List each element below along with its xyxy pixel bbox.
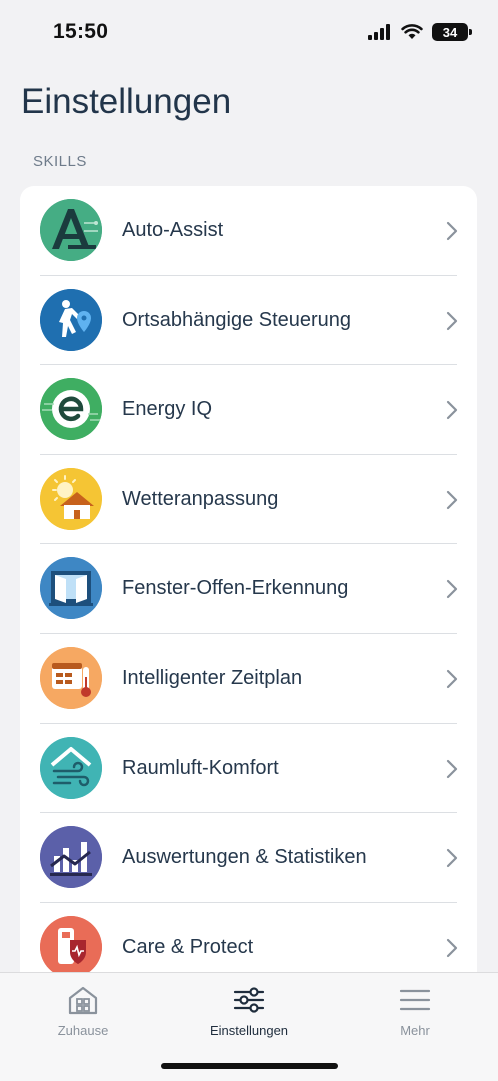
skill-item-smart-schedule[interactable]: Intelligenter Zeitplan [20,634,477,724]
open-window-icon [40,557,102,620]
chevron-right-icon [446,221,458,241]
chevron-right-icon [446,938,458,957]
smart-schedule-icon [40,646,102,709]
status-bar: 15:50 34 [0,0,498,66]
battery-indicator: 34 [432,23,472,41]
tab-label: Einstellungen [209,1023,289,1038]
chevron-right-icon [446,311,458,330]
air-comfort-icon [40,736,102,799]
skill-item-geofencing[interactable]: Ortsabhängige Steuerung [20,276,477,366]
chevron-right-icon [446,490,458,509]
weather-house-icon [40,467,102,530]
skill-item-auto-assist[interactable]: Auto-Assist [20,186,477,276]
cellular-signal-icon [368,24,390,40]
skill-label: Fenster-Offen-Erkennung [122,577,349,600]
home-indicator [161,1063,338,1069]
skills-list: Auto-Assist Ortsabhängige Steuerung Ener… [20,186,477,986]
wifi-icon [401,24,423,39]
status-icons: 34 [368,23,472,41]
statistics-icon [40,826,102,889]
auto-assist-icon [40,199,102,261]
chevron-right-icon [446,580,458,599]
skill-label: Energy IQ [122,398,213,421]
care-protect-icon [40,915,102,978]
skill-label: Wetteranpassung [122,487,279,510]
status-time: 15:50 [53,20,109,43]
skill-item-air-comfort[interactable]: Raumluft-Komfort [20,724,477,814]
skill-item-open-window[interactable]: Fenster-Offen-Erkennung [20,544,477,634]
tab-mehr[interactable]: Mehr [355,983,475,1043]
skill-label: Intelligenter Zeitplan [122,666,303,689]
battery-level: 34 [442,24,458,40]
chevron-right-icon [446,849,458,868]
skill-label: Raumluft-Komfort [122,756,279,779]
home-icon [68,986,98,1015]
geofencing-icon [40,288,102,351]
tab-label: Zuhause [57,1023,109,1038]
tab-label: Mehr [400,1023,430,1038]
skill-label: Ortsabhängige Steuerung [122,308,352,331]
skill-item-statistics[interactable]: Auswertungen & Statistiken [20,813,477,903]
skill-item-weather[interactable]: Wetteranpassung [20,455,477,545]
tab-zuhause[interactable]: Zuhause [23,983,143,1043]
energy-iq-icon [40,378,102,441]
section-label-skills: SKILLS [33,153,87,170]
skill-item-energy-iq[interactable]: Energy IQ [20,365,477,455]
sliders-icon [233,987,265,1013]
chevron-right-icon [446,401,458,420]
tab-einstellungen[interactable]: Einstellungen [189,983,309,1043]
chevron-right-icon [446,669,458,689]
chevron-right-icon [446,759,458,778]
page-title: Einstellungen [21,82,232,121]
skill-label: Auswertungen & Statistiken [122,846,367,869]
skill-label: Auto-Assist [122,219,224,241]
menu-icon [399,989,431,1011]
